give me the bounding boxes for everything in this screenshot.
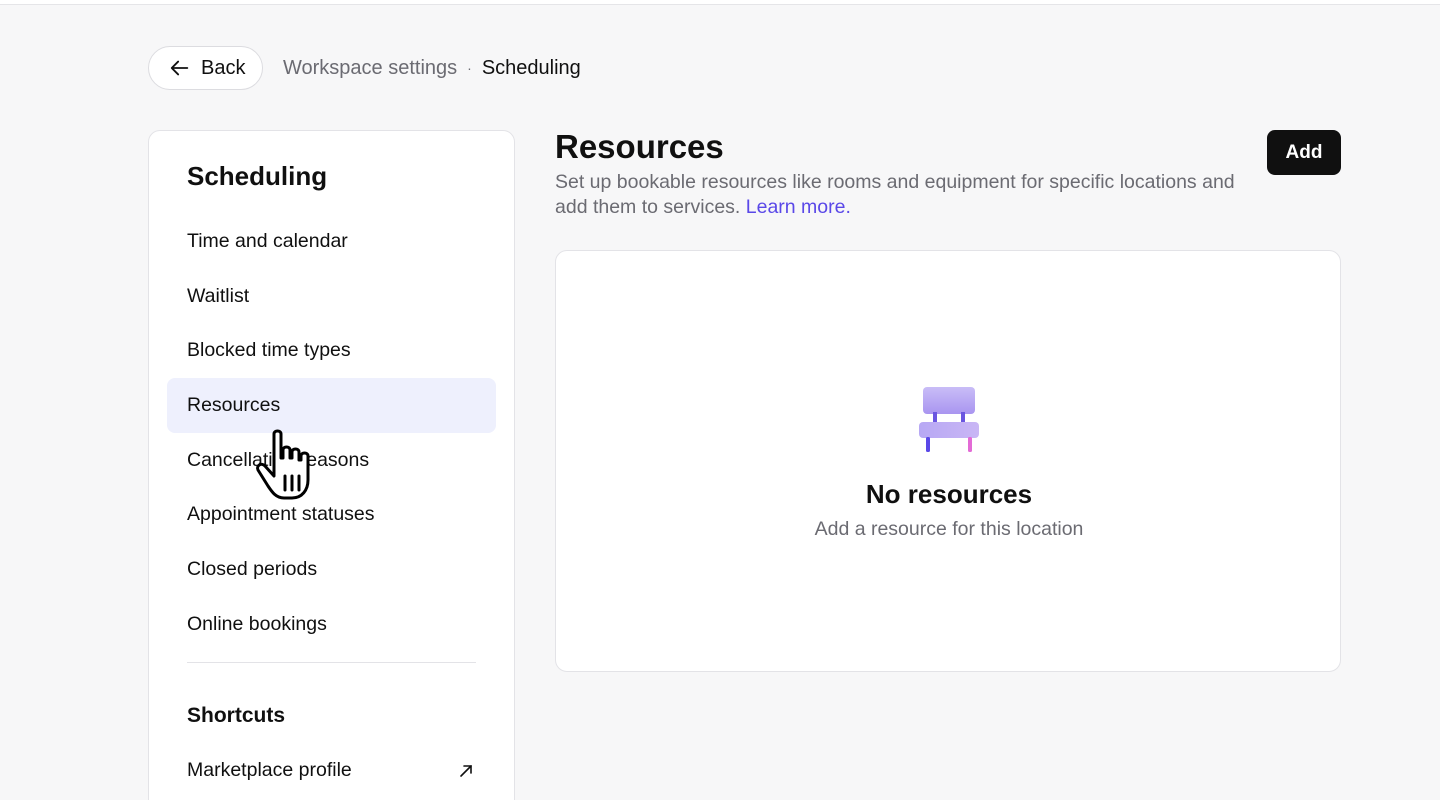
sidebar-item-resources[interactable]: Resources [167,378,496,433]
empty-state-title: No resources [865,479,1033,509]
sidebar-item-time-and-calendar[interactable]: Time and calendar [167,214,496,269]
external-link-icon [460,764,472,777]
sidebar-item-closed-periods[interactable]: Closed periods [167,542,496,597]
sidebar-item-label: Blocked time types [187,339,351,361]
back-button-label: Back [201,56,246,79]
back-button[interactable]: Back [148,46,263,90]
sidebar-item-appointment-statuses[interactable]: Appointment statuses [167,487,496,542]
page-description: Set up bookable resources like rooms and… [555,170,1265,220]
add-button-label: Add [1285,141,1323,163]
arrow-left-icon [170,60,189,76]
sidebar-item-label: Cancellation reasons [187,449,370,471]
sidebar-title: Scheduling [187,161,328,191]
add-resource-button[interactable]: Add [1267,130,1341,175]
chair-icon [919,387,979,452]
shortcuts-title: Shortcuts [187,704,286,727]
top-bar [0,0,1440,5]
shortcut-marketplace-profile[interactable]: Marketplace profile [167,743,496,798]
sidebar-divider [187,662,476,663]
settings-sidebar: Scheduling Time and calendar Waitlist Bl… [148,130,515,800]
sidebar-item-online-bookings[interactable]: Online bookings [167,597,496,652]
sidebar-item-blocked-time-types[interactable]: Blocked time types [167,323,496,378]
empty-state-subtitle: Add a resource for this location [814,518,1084,540]
sidebar-item-label: Resources [187,394,281,416]
sidebar-item-label: Waitlist [187,285,250,307]
breadcrumb-separator: · [467,60,472,76]
sidebar-item-label: Closed periods [187,558,318,580]
page-title: Resources [555,128,724,165]
sidebar-item-label: Online bookings [187,613,327,635]
breadcrumb-scheduling: Scheduling [481,56,581,79]
description-text: Set up bookable resources like rooms and… [555,171,1235,218]
breadcrumb-workspace-settings[interactable]: Workspace settings [283,57,457,80]
empty-state-card: No resources Add a resource for this loc… [555,250,1341,672]
sidebar-item-cancellation-reasons[interactable]: Cancellation reasons [167,433,496,488]
breadcrumb: Workspace settings · Scheduling [283,54,581,82]
shortcut-label: Marketplace profile [187,759,352,781]
sidebar-item-label: Time and calendar [187,230,348,252]
learn-more-link[interactable]: Learn more. [746,196,851,218]
sidebar-item-label: Appointment statuses [187,503,375,525]
sidebar-item-waitlist[interactable]: Waitlist [167,269,496,324]
